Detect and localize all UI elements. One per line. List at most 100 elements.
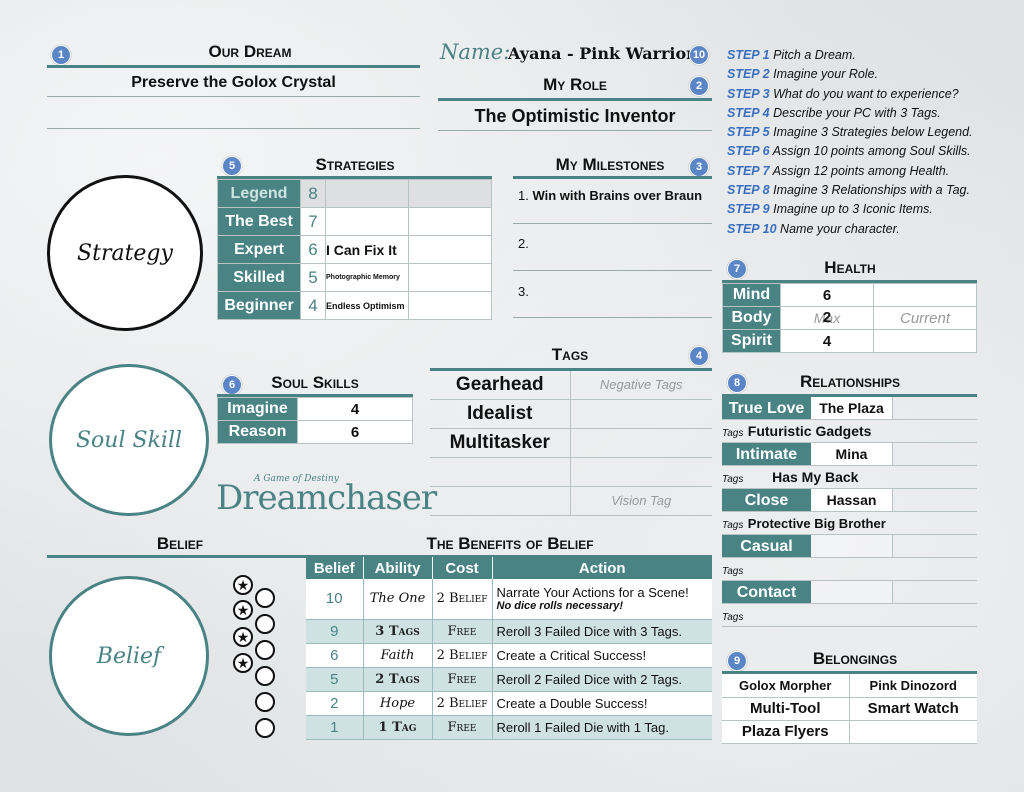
- strategy-value[interactable]: Endless Optimism: [325, 291, 409, 320]
- relationship-extra[interactable]: [892, 581, 977, 603]
- milestone-item[interactable]: 2.: [518, 236, 529, 251]
- belief-token-empty[interactable]: [255, 718, 275, 738]
- step-5-badge: 5: [222, 156, 242, 176]
- benefit-ability: 3 Tags: [362, 619, 432, 643]
- step-4-badge: 4: [689, 346, 709, 366]
- relationship-extra[interactable]: [892, 443, 977, 465]
- name-value[interactable]: Ayana - Pink Warrior: [508, 44, 695, 63]
- belief-token-star[interactable]: ★: [233, 627, 253, 647]
- relationship-extra[interactable]: [892, 535, 977, 557]
- strategy-extra[interactable]: [408, 207, 492, 236]
- step-item: STEP 9 Imagine up to 3 Iconic Items.: [727, 202, 933, 217]
- strategy-value[interactable]: Photographic Memory: [325, 263, 409, 292]
- health-current[interactable]: Current: [873, 306, 977, 330]
- relationship-extra[interactable]: [892, 489, 977, 511]
- benefit-belief: 2: [330, 694, 339, 712]
- belief-token-star[interactable]: ★: [233, 575, 253, 595]
- relationship-level: Contact: [722, 581, 811, 603]
- soul-skill-value[interactable]: 4: [297, 397, 413, 421]
- relationship-tag-row[interactable]: Tags Futuristic Gadgets: [722, 420, 977, 443]
- role-line: [438, 130, 712, 131]
- step-item: STEP 4 Describe your PC with 3 Tags.: [727, 105, 941, 120]
- tag-value[interactable]: [430, 486, 570, 515]
- strategy-extra[interactable]: [408, 235, 492, 264]
- dream-line-2: [47, 128, 420, 129]
- belonging-item[interactable]: [848, 720, 977, 743]
- belief-token-empty[interactable]: [255, 588, 275, 608]
- soul-skills-title: Soul Skills: [271, 373, 359, 392]
- strategy-extra[interactable]: [408, 263, 492, 292]
- relationship-name[interactable]: [811, 581, 892, 603]
- soul-skill-value[interactable]: 6: [297, 420, 413, 444]
- benefits-header: Cost: [431, 557, 492, 579]
- health-current[interactable]: [873, 329, 977, 353]
- relationship-name[interactable]: Mina: [811, 443, 892, 465]
- negative-tag[interactable]: [569, 428, 712, 457]
- relationship-level: True Love: [722, 397, 811, 419]
- negative-tag[interactable]: [569, 457, 712, 486]
- benefit-row: 10 The One 2 Belief Narrate Your Actions fo…: [306, 579, 712, 619]
- negative-tag[interactable]: [569, 399, 712, 428]
- relationship-tag-row[interactable]: Tags: [722, 558, 977, 581]
- step-2-badge: 2: [689, 76, 709, 96]
- relationship-name[interactable]: Hassan: [811, 489, 892, 511]
- health-max[interactable]: 4: [780, 329, 874, 353]
- step-item: STEP 6 Assign 10 points among Soul Skill…: [727, 144, 971, 159]
- relationship-name[interactable]: The Plaza: [811, 397, 892, 419]
- belonging-item[interactable]: Plaza Flyers: [722, 720, 849, 743]
- health-current[interactable]: [873, 283, 977, 307]
- milestone-item[interactable]: 3.: [518, 284, 529, 299]
- step-item: STEP 5 Imagine 3 Strategies below Legend…: [727, 125, 973, 140]
- strategy-extra[interactable]: [408, 179, 492, 208]
- relationship-tag-row[interactable]: Tags Has My Back: [722, 466, 977, 489]
- tag-value[interactable]: Idealist: [430, 399, 570, 428]
- benefit-cost: 2 Belief: [431, 579, 492, 619]
- benefit-row: 2 Hope 2 Belief Create a Double Success!: [306, 691, 712, 715]
- soul-circle-label: Soul Skill: [75, 427, 183, 453]
- vision-tag-label[interactable]: Vision Tag: [569, 486, 712, 515]
- strategy-circle-label: Strategy: [77, 240, 173, 266]
- soul-skill-label: Reason: [217, 420, 298, 444]
- milestone-item[interactable]: 1. Win with Brains over Braun: [518, 188, 712, 203]
- health-max[interactable]: Max 2: [780, 306, 874, 330]
- tag-value[interactable]: Gearhead: [430, 371, 570, 399]
- benefit-cost: 2 Belief: [431, 643, 492, 667]
- belonging-item[interactable]: Pink Dinozord: [848, 674, 977, 697]
- rank-label: The Best: [217, 207, 301, 236]
- belief-token-star[interactable]: ★: [233, 600, 253, 620]
- dream-value[interactable]: Preserve the Golox Crystal: [47, 74, 420, 92]
- belief-token-empty[interactable]: [255, 666, 275, 686]
- benefits-table: Belief Ability Cost Action 10 The One 2 Be…: [306, 557, 712, 740]
- step-item: STEP 1 Pitch a Dream.: [727, 48, 856, 62]
- relationship-tag-row[interactable]: Tags Protective Big Brother: [722, 512, 977, 535]
- relationship-tag-row[interactable]: Tags: [722, 604, 977, 627]
- belonging-item[interactable]: Smart Watch: [848, 697, 977, 720]
- rank-number: 6: [300, 235, 326, 264]
- health-max[interactable]: 6: [780, 283, 874, 307]
- strategies-title: Strategies: [315, 155, 395, 174]
- belonging-item[interactable]: Multi-Tool: [722, 697, 849, 720]
- role-value[interactable]: The Optimistic Inventor: [438, 106, 712, 127]
- benefit-row: 5 2 Tags Free Reroll 2 Failed Dice with 2 T…: [306, 667, 712, 691]
- strategy-extra[interactable]: [408, 291, 492, 320]
- benefit-ability: 2 Tags: [362, 667, 432, 691]
- benefit-action: Narrate Your Actions for a Scene! No dice…: [491, 579, 712, 619]
- belief-token-empty[interactable]: [255, 640, 275, 660]
- rank-label: Legend: [217, 179, 301, 208]
- soul-skill-label: Imagine: [217, 397, 298, 421]
- tag-value[interactable]: Multitasker: [430, 428, 570, 457]
- tags-table: Gearhead Negative Tags Idealist Multitas…: [430, 371, 712, 516]
- strategy-value[interactable]: [325, 207, 409, 236]
- negative-tags-label[interactable]: Negative Tags: [569, 371, 712, 399]
- belonging-item[interactable]: Golox Morpher: [722, 674, 849, 697]
- step-item: STEP 10 Name your character.: [727, 221, 900, 236]
- benefit-belief: 9: [330, 622, 339, 640]
- relationship-extra[interactable]: [892, 397, 977, 419]
- tag-value[interactable]: [430, 457, 570, 486]
- belief-token-empty[interactable]: [255, 614, 275, 634]
- belief-token-star[interactable]: ★: [233, 653, 253, 673]
- relationship-name[interactable]: [811, 535, 892, 557]
- strategy-value[interactable]: [325, 179, 409, 208]
- belief-token-empty[interactable]: [255, 692, 275, 712]
- strategy-value[interactable]: I Can Fix It: [325, 235, 409, 264]
